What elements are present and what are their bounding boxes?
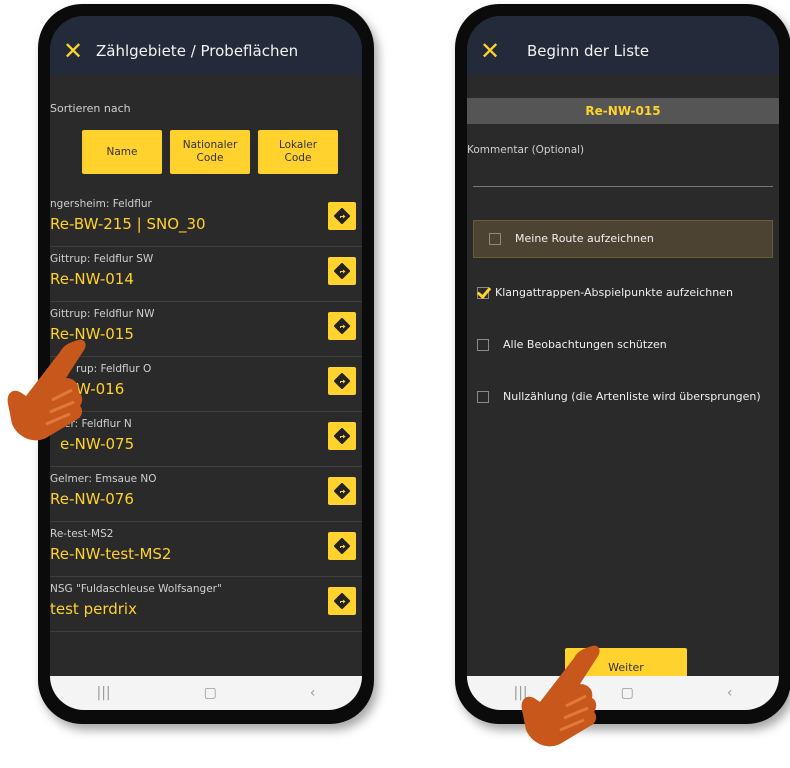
app-bar: ✕ Beginn der Liste	[467, 28, 779, 74]
home-icon[interactable]: ▢	[621, 685, 634, 701]
sort-local-code-button[interactable]: Lokaler Code	[258, 130, 338, 174]
page-title: Zählgebiete / Probeflächen	[96, 42, 299, 60]
option-zero-count[interactable]: Nullzählung (die Artenliste wird überspr…	[477, 390, 761, 403]
list-item[interactable]: ngersheim: Feldflur Re-BW-215 | SNO_30	[50, 192, 362, 247]
list-item[interactable]: NSG "Fuldaschleuse Wolfsanger" test perd…	[50, 577, 362, 632]
home-icon[interactable]: ▢	[204, 685, 217, 701]
list-item[interactable]: Re-test-MS2 Re-NW-test-MS2	[50, 522, 362, 577]
close-icon[interactable]: ✕	[467, 37, 513, 65]
close-icon[interactable]: ✕	[50, 37, 96, 65]
content-right: Re-NW-015 Kommentar (Optional) Meine Rou…	[467, 74, 779, 686]
system-nav-bar: ||| ▢ ‹	[50, 676, 362, 710]
page-title: Beginn der Liste	[527, 42, 650, 60]
sort-label: Sortieren nach	[50, 102, 131, 115]
sort-buttons: Name Nationaler Code Lokaler Code	[82, 130, 338, 174]
record-sound-points-checkbox[interactable]	[477, 286, 489, 299]
site-code: Re-NW-015	[467, 98, 779, 124]
app-bar: ✕ Zählgebiete / Probeflächen	[50, 28, 362, 74]
comment-input[interactable]	[473, 186, 773, 187]
screen-right: ✕ Beginn der Liste Re-NW-015 Kommentar (…	[467, 16, 779, 710]
navigate-icon[interactable]	[328, 532, 356, 560]
back-icon[interactable]: ‹	[727, 685, 733, 701]
comment-label: Kommentar (Optional)	[467, 144, 585, 156]
navigate-icon[interactable]	[328, 477, 356, 505]
navigate-icon[interactable]	[328, 257, 356, 285]
list-item[interactable]: Gittrup: Feldflur NW Re-NW-015	[50, 302, 362, 357]
navigate-icon[interactable]	[328, 367, 356, 395]
content-left: Sortieren nach Name Nationaler Code Loka…	[50, 74, 362, 676]
system-nav-bar: ||| ▢ ‹	[467, 676, 779, 710]
record-route-checkbox[interactable]	[489, 232, 501, 245]
phone-right: ✕ Beginn der Liste Re-NW-015 Kommentar (…	[455, 4, 790, 724]
protect-observations-checkbox[interactable]	[477, 338, 489, 351]
sort-national-code-button[interactable]: Nationaler Code	[170, 130, 250, 174]
back-icon[interactable]: ‹	[310, 685, 316, 701]
sort-name-button[interactable]: Name	[82, 130, 162, 174]
zero-count-checkbox[interactable]	[477, 390, 489, 403]
navigate-icon[interactable]	[328, 202, 356, 230]
list-item[interactable]: er: Feldflur N e-NW-075	[50, 412, 362, 467]
status-bar	[50, 16, 362, 28]
status-bar	[467, 16, 779, 28]
option-record-route[interactable]: Meine Route aufzeichnen	[489, 232, 654, 245]
list-item[interactable]: Gelmer: Emsaue NO Re-NW-076	[50, 467, 362, 522]
option-protect-observations[interactable]: Alle Beobachtungen schützen	[477, 338, 667, 351]
list-item[interactable]: rup: Feldflur O W-016	[50, 357, 362, 412]
navigate-icon[interactable]	[328, 422, 356, 450]
pointing-hand-icon	[7, 339, 86, 441]
pointing-hand-icon	[521, 645, 600, 747]
recents-icon[interactable]: |||	[97, 685, 111, 701]
list-item[interactable]: Gittrup: Feldflur SW Re-NW-014	[50, 247, 362, 302]
screen-left: ✕ Zählgebiete / Probeflächen Sortieren n…	[50, 16, 362, 710]
navigate-icon[interactable]	[328, 587, 356, 615]
option-record-sound-points[interactable]: Klangattrappen-Abspielpunkte aufzeichnen	[477, 286, 733, 299]
navigate-icon[interactable]	[328, 312, 356, 340]
site-list: ngersheim: Feldflur Re-BW-215 | SNO_30 G…	[50, 192, 362, 632]
